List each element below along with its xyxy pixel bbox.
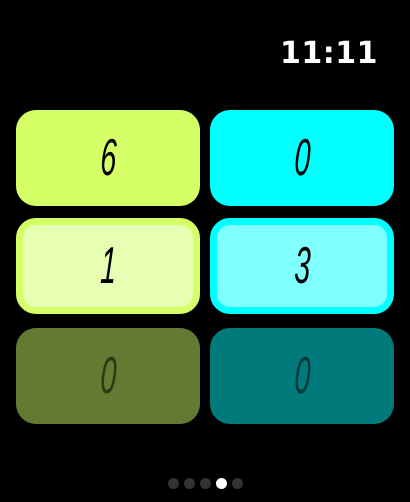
counter-tile-middle-right[interactable]: 3 [210,218,394,314]
counter-tile-top-left[interactable]: 6 [16,110,200,206]
page-dot-active [215,478,227,489]
counter-tile-bottom-right[interactable]: 0 [210,328,394,424]
counter-value: 3 [292,237,312,295]
counter-value: 0 [292,129,312,187]
page-dot [183,478,195,489]
counter-tile-top-right[interactable]: 0 [210,110,394,206]
counter-value: 6 [98,129,118,187]
page-dot [231,478,243,489]
clock-time: 11:11 [280,36,378,71]
counter-tile-middle-left[interactable]: 1 [16,218,200,314]
counter-grid: 6 0 1 3 0 0 [16,110,394,424]
counter-value: 1 [98,237,118,295]
counter-value: 0 [98,347,118,405]
counter-tile-bottom-left[interactable]: 0 [16,328,200,424]
counter-value: 0 [292,347,312,405]
page-dot [167,478,179,489]
page-dot [199,478,211,489]
page-indicator[interactable] [0,478,410,489]
